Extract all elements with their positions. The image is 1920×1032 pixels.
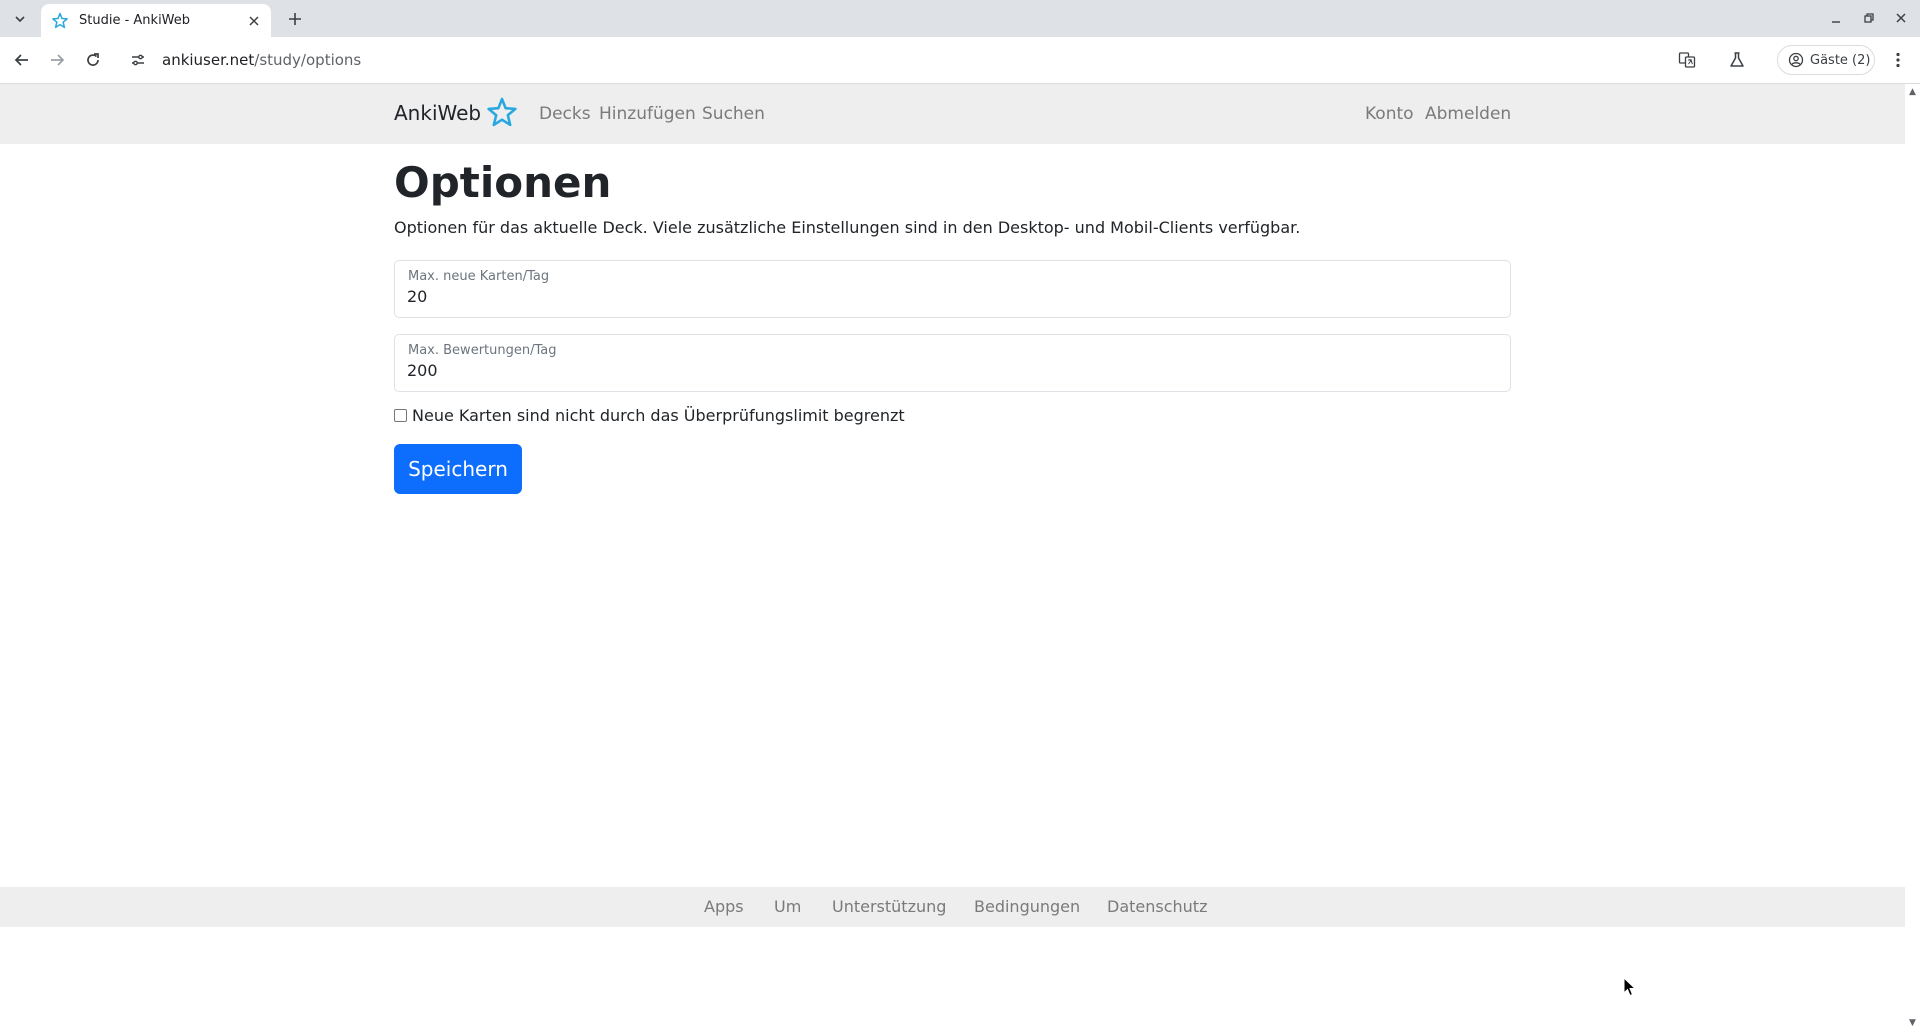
new-cards-label: Max. neue Karten/Tag (408, 269, 550, 284)
url-text: ankiuser.net/study/options (162, 51, 361, 69)
reload-icon[interactable] (80, 47, 106, 73)
page-scrollbar[interactable]: ▲ ▼ (1905, 84, 1920, 1032)
nav-logout[interactable]: Abmelden (1425, 104, 1511, 124)
browser-tab[interactable]: Studie - AnkiWeb (41, 4, 271, 37)
page-title: Optionen (394, 158, 612, 207)
new-cards-input[interactable] (407, 287, 1487, 306)
nav-add[interactable]: Hinzufügen (599, 104, 696, 124)
brand[interactable]: AnkiWeb (394, 96, 519, 130)
close-window-icon[interactable] (1889, 6, 1913, 30)
reviews-label: Max. Bewertungen/Tag (408, 343, 557, 358)
mouse-cursor-icon (1623, 977, 1637, 997)
footer-support[interactable]: Unterstützung (832, 897, 946, 916)
minimize-icon[interactable] (1824, 6, 1848, 30)
new-cards-ignore-limit-label[interactable]: Neue Karten sind nicht durch das Überprü… (412, 406, 905, 425)
nav-search[interactable]: Suchen (702, 104, 765, 124)
nav-decks[interactable]: Decks (539, 104, 591, 124)
anki-star-icon (487, 97, 517, 127)
new-cards-ignore-limit-row[interactable]: Neue Karten sind nicht durch das Überprü… (394, 406, 905, 425)
new-cards-ignore-limit-checkbox[interactable] (394, 409, 407, 422)
footer-about[interactable]: Um (774, 897, 801, 916)
forward-icon[interactable] (44, 47, 70, 73)
reviews-input[interactable] (407, 361, 1487, 380)
url-path: /study/options (254, 51, 362, 69)
translate-icon[interactable] (1676, 49, 1698, 71)
site-info-icon[interactable] (128, 50, 148, 70)
browser-tab-bar: Studie - AnkiWeb (0, 0, 1920, 37)
profile-icon (1788, 52, 1804, 68)
more-menu-icon[interactable] (1887, 49, 1909, 71)
intro-text: Optionen für das aktuelle Deck. Viele zu… (394, 218, 1301, 237)
plus-icon[interactable] (282, 6, 308, 32)
restore-icon[interactable] (1857, 6, 1881, 30)
browser-toolbar: ankiuser.net/study/options Gäste (2) (0, 37, 1920, 84)
site-footer: Apps Um Unterstützung Bedingungen Datens… (0, 887, 1905, 927)
tab-title: Studie - AnkiWeb (79, 13, 191, 28)
web-page: AnkiWeb Decks Hinzufügen Suchen Konto Ab… (0, 84, 1905, 1032)
scroll-up-arrow-icon[interactable]: ▲ (1908, 88, 1917, 97)
footer-terms[interactable]: Bedingungen (974, 897, 1080, 916)
url-host: ankiuser.net (162, 51, 255, 69)
profile-label: Gäste (2) (1810, 52, 1871, 68)
close-icon[interactable] (243, 10, 265, 32)
reviews-field[interactable]: Max. Bewertungen/Tag (394, 334, 1511, 392)
footer-apps[interactable]: Apps (704, 897, 744, 916)
save-button[interactable]: Speichern (394, 444, 522, 494)
profile-button[interactable]: Gäste (2) (1777, 45, 1875, 75)
back-icon[interactable] (9, 47, 35, 73)
anki-star-icon (52, 12, 68, 28)
scroll-down-arrow-icon[interactable]: ▼ (1908, 1019, 1917, 1028)
footer-privacy[interactable]: Datenschutz (1107, 897, 1207, 916)
labs-icon[interactable] (1726, 49, 1748, 71)
brand-name: AnkiWeb (394, 101, 482, 125)
new-cards-field[interactable]: Max. neue Karten/Tag (394, 260, 1511, 318)
address-bar[interactable]: ankiuser.net/study/options (128, 45, 361, 75)
site-navbar: AnkiWeb Decks Hinzufügen Suchen Konto Ab… (0, 84, 1905, 144)
tab-list-icon[interactable] (8, 7, 32, 31)
nav-account[interactable]: Konto (1365, 104, 1414, 124)
